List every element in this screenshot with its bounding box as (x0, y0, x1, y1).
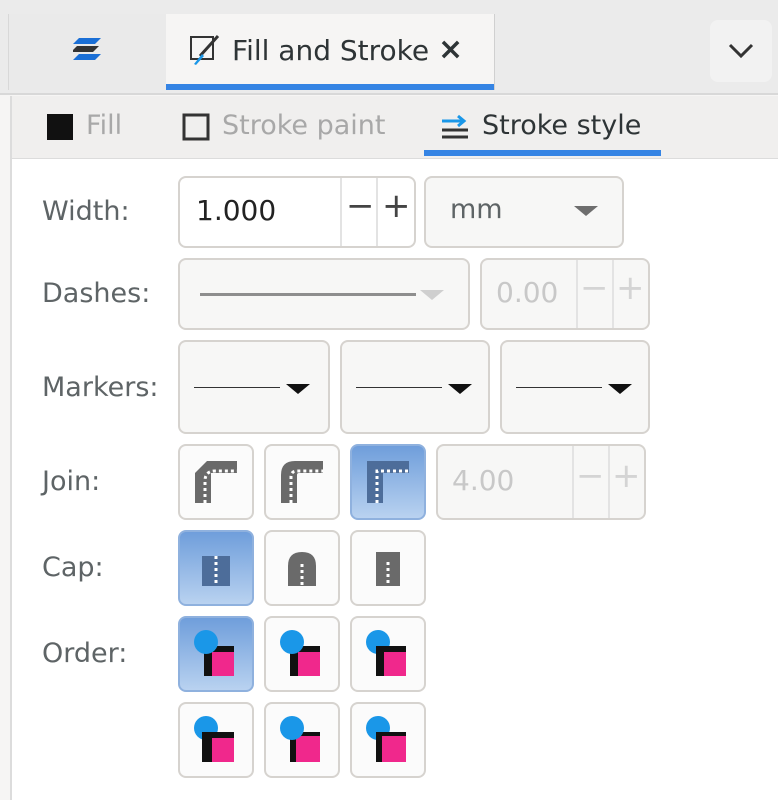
tab-fill[interactable]: Fill (46, 110, 122, 141)
width-unit-value: mm (450, 194, 503, 225)
dock-divider (0, 93, 778, 95)
cap-butt-button[interactable] (178, 530, 254, 606)
dash-offset-decrement-button[interactable]: − (580, 268, 609, 308)
round-join-icon (281, 461, 323, 503)
subtab-bar: Fill Stroke paint Stroke style (12, 96, 778, 159)
width-label: Width: (42, 196, 130, 227)
order-option-6[interactable] (350, 702, 426, 778)
active-subtab-underline (424, 150, 661, 156)
dropdown-arrow-icon (574, 206, 598, 216)
dropdown-arrow-icon (448, 384, 472, 394)
order-fill-marker-stroke-icon (194, 716, 234, 762)
round-cap-icon (288, 552, 316, 586)
join-miter-button[interactable] (350, 444, 426, 520)
chevron-down-icon (728, 43, 754, 59)
tab-stroke-style-label: Stroke style (482, 110, 642, 141)
spin-separator (612, 260, 614, 328)
dashes-label: Dashes: (42, 278, 151, 309)
width-decrement-button[interactable]: − (346, 186, 375, 226)
order-marker-fill-stroke-icon (280, 630, 320, 676)
tab-stroke-paint[interactable]: Stroke paint (182, 110, 386, 141)
dock-stack-icon (73, 38, 101, 60)
marker-preview-line (356, 387, 442, 388)
width-increment-button[interactable]: + (382, 186, 411, 226)
dash-offset-increment-button[interactable]: + (616, 268, 645, 308)
markers-label: Markers: (42, 372, 159, 403)
active-tab-underline (166, 84, 494, 90)
spin-separator (340, 178, 342, 246)
tab-stroke-paint-label: Stroke paint (222, 110, 386, 141)
order-fill-stroke-marker-icon (280, 716, 320, 762)
close-tab-icon[interactable]: × (438, 32, 463, 67)
marker-preview-line (516, 387, 602, 388)
fill-stroke-icon (190, 34, 220, 65)
dropdown-arrow-icon (420, 290, 444, 300)
fill-stroke-panel: Fill Stroke paint Stroke style Width: 1.… (10, 96, 778, 800)
miter-limit-spinbutton[interactable]: 4.00 − + (436, 444, 646, 520)
bevel-join-icon (195, 461, 237, 503)
width-unit-dropdown[interactable]: mm (424, 176, 624, 248)
join-round-button[interactable] (264, 444, 340, 520)
cap-square-button[interactable] (350, 530, 426, 606)
order-stroke-fill-marker-icon (366, 716, 406, 762)
dock-menu-button[interactable] (710, 20, 772, 82)
join-bevel-button[interactable] (178, 444, 254, 520)
dock-tab-fill-and-stroke[interactable]: Fill and Stroke × (166, 14, 495, 90)
spin-separator (572, 446, 574, 518)
order-option-1[interactable] (178, 616, 254, 692)
miter-limit-value: 4.00 (452, 464, 515, 497)
spin-separator (576, 260, 578, 328)
dropdown-arrow-icon (608, 384, 632, 394)
order-marker-stroke-fill-icon (194, 630, 234, 676)
dash-pattern-preview (200, 293, 416, 296)
miter-join-icon (367, 461, 409, 503)
dash-offset-value: 0.00 (496, 276, 559, 309)
order-option-5[interactable] (264, 702, 340, 778)
miter-limit-increment-button[interactable]: + (612, 456, 641, 496)
order-option-2[interactable] (264, 616, 340, 692)
mid-marker-dropdown[interactable] (340, 340, 490, 434)
miter-limit-decrement-button[interactable]: − (576, 456, 605, 496)
order-label: Order: (42, 638, 128, 669)
tab-title: Fill and Stroke (232, 34, 430, 67)
butt-cap-icon (202, 556, 230, 586)
fill-square-icon (47, 113, 73, 140)
dash-offset-spinbutton[interactable]: 0.00 − + (480, 258, 650, 330)
dock-tab-objects[interactable] (8, 14, 167, 90)
dash-pattern-dropdown[interactable] (178, 258, 470, 330)
stroke-style-icon (442, 114, 468, 138)
start-marker-dropdown[interactable] (178, 340, 330, 434)
spin-separator (376, 178, 378, 246)
marker-preview-line (194, 387, 280, 388)
stroke-square-icon (182, 113, 210, 140)
width-value: 1.000 (196, 194, 277, 227)
dropdown-arrow-icon (286, 384, 310, 394)
end-marker-dropdown[interactable] (500, 340, 650, 434)
tab-fill-label: Fill (86, 110, 123, 141)
square-cap-icon (376, 552, 400, 586)
order-option-3[interactable] (350, 616, 426, 692)
spin-separator (608, 446, 610, 518)
cap-label: Cap: (42, 552, 104, 583)
cap-round-button[interactable] (264, 530, 340, 606)
order-stroke-marker-fill-icon (366, 630, 406, 676)
order-option-4[interactable] (178, 702, 254, 778)
dock-tab-bar: Fill and Stroke × (0, 0, 778, 95)
width-spinbutton[interactable]: 1.000 − + (178, 176, 416, 248)
join-label: Join: (42, 466, 101, 497)
tab-stroke-style[interactable]: Stroke style (440, 110, 641, 141)
